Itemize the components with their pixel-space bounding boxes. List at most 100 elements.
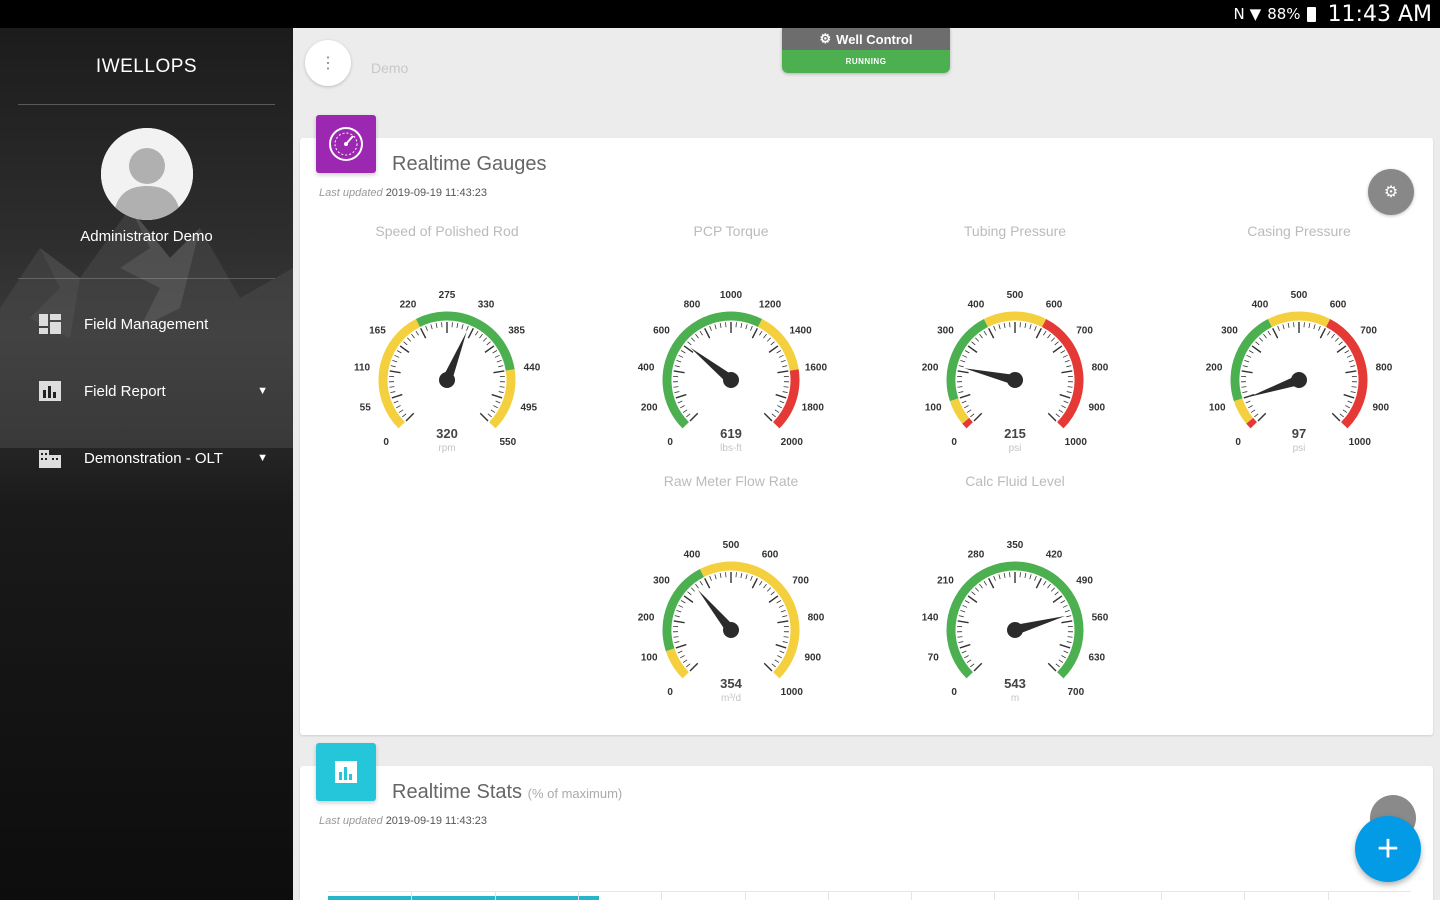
sidebar-item-label: Field Report	[84, 382, 166, 400]
gauge-tick-label: 70	[928, 653, 940, 664]
gauge-tick-label: 210	[937, 575, 954, 586]
last-updated: Last updated 2019-09-19 11:43:23	[319, 815, 487, 827]
avatar[interactable]	[101, 128, 193, 220]
gauge-tick-label: 0	[383, 437, 389, 448]
gauge-tick-label: 110	[354, 363, 371, 374]
gauge-tick-label: 300	[1221, 325, 1238, 336]
gauge-hub	[1007, 622, 1023, 638]
gauge-tick-label: 165	[369, 325, 386, 336]
gauge-tick-label: 1200	[759, 299, 782, 310]
well-control-header: ⚙ Well Control	[782, 28, 950, 50]
gauge-value: 97	[1292, 426, 1306, 441]
gauge-tick-label: 220	[400, 299, 417, 310]
gauge-title: Calc Fluid Level	[965, 473, 1065, 489]
gauge-tick-label: 100	[641, 653, 658, 664]
gauge-tick-label: 900	[1088, 403, 1105, 414]
caret-down-icon: ▼	[257, 452, 268, 464]
gauge-tick-label: 550	[499, 437, 516, 448]
stats-grid-tick	[911, 892, 913, 900]
gauge-tick-label: 800	[684, 299, 701, 310]
more-menu-button[interactable]: ⋮	[305, 40, 351, 86]
card-settings-button[interactable]: ⚙	[1368, 169, 1414, 215]
gauge-hub	[439, 372, 455, 388]
gauge-tick-label: 1400	[789, 325, 812, 336]
gauge-tick-label: 0	[951, 687, 957, 698]
gauge-tick-label: 440	[524, 363, 541, 374]
gauge-calc-fluid-level: Calc Fluid Level 0 70 140 210 280 350 420 490 56…	[885, 473, 1145, 703]
gauge-dial: 0 100 200 300 400 500 600 700 800 900 1000 215 psi	[922, 290, 1109, 453]
gauge-dial: 0 200 400 600 800 1000 1200 1400 1600 1800 2000 619…	[638, 290, 828, 453]
gauge-tick-label: 630	[1088, 653, 1105, 664]
gauge-tick-label: 560	[1092, 613, 1109, 624]
last-updated-label: Last updated	[319, 815, 383, 827]
last-updated-value: 2019-09-19 11:43:23	[385, 815, 488, 827]
card-badge	[316, 743, 376, 801]
gauge-tick-label: 300	[653, 575, 670, 586]
gauge-value: 354	[720, 676, 742, 691]
gauge-tick-label: 495	[520, 403, 537, 414]
card-badge	[316, 115, 376, 173]
last-updated-label: Last updated	[319, 187, 383, 199]
well-control-status: RUNNING	[782, 50, 950, 73]
gauge-unit: m³/d	[721, 693, 741, 703]
gauge-tick-label: 55	[360, 403, 372, 414]
card-title: Realtime Stats (% of maximum)	[392, 781, 622, 804]
breadcrumb[interactable]: Demo	[371, 60, 408, 76]
gauge-tick-label: 0	[951, 437, 957, 448]
gear-icon: ⚙	[1383, 184, 1399, 201]
gauge-tick-label: 385	[508, 325, 525, 336]
stats-grid-tick	[1327, 892, 1329, 900]
card-title-text: Realtime Stats	[392, 781, 523, 803]
sidebar-item-field-report[interactable]: Field Report ▼	[38, 375, 268, 407]
sidebar-item-demonstration[interactable]: Demonstration - OLT ▼	[38, 442, 268, 474]
gauge-tick-label: 200	[1206, 363, 1223, 374]
divider	[18, 104, 275, 105]
main-content: ⋮ Demo ⚙ Well Control RUNNING Realtime G…	[293, 28, 1440, 900]
gauge-tick-label: 300	[937, 325, 954, 336]
brand-title: IWELLOPS	[95, 56, 198, 77]
wifi-icon: ▼	[1249, 5, 1262, 23]
realtime-gauges-card: Realtime Gauges Last updated 2019-09-19 …	[300, 115, 1433, 735]
card-title: Realtime Gauges	[392, 153, 547, 175]
gauge-tick-label: 600	[1330, 299, 1347, 310]
more-vert-icon: ⋮	[320, 55, 336, 72]
well-control-toggle[interactable]: ⚙ Well Control RUNNING	[782, 28, 950, 73]
gauge-tick-label: 200	[641, 403, 658, 414]
gauge-tick-label: 1800	[802, 403, 825, 414]
add-fab-button[interactable]: +	[1355, 816, 1421, 882]
gauge-unit: rpm	[438, 443, 455, 453]
nfc-icon: N	[1233, 5, 1245, 23]
gauge-tick-label: 0	[1235, 437, 1241, 448]
clock: 11:43 AM	[1327, 1, 1432, 27]
gauge-pcp-torque: PCP Torque 0 200 400 600 800 1000 1200 1400 1600…	[601, 223, 861, 453]
gauge-tick-label: 900	[804, 653, 821, 664]
dashboard-icon	[39, 314, 61, 334]
gauge-speed-of-polished-rod: Speed of Polished Rod 0 55 110 165 220 275 330…	[317, 223, 577, 453]
gauge-tick-label: 800	[808, 613, 825, 624]
gauge-tick-label: 200	[922, 363, 939, 374]
user-name[interactable]: Administrator Demo	[0, 228, 293, 245]
stats-grid-tick	[661, 892, 663, 900]
gauge-title: Tubing Pressure	[963, 223, 1067, 239]
sidebar-item-field-management[interactable]: Field Management	[38, 308, 268, 340]
gauge-tick-label: 1000	[720, 290, 743, 301]
stats-grid-tick	[411, 892, 413, 900]
speedometer-icon	[329, 127, 363, 161]
gauge-tick-label: 490	[1076, 575, 1093, 586]
gauge-value: 619	[720, 426, 742, 441]
battery-level: 88%	[1267, 5, 1301, 23]
gauge-dial: 0 100 200 300 400 500 600 700 800 900 1000 97 psi	[1206, 290, 1393, 453]
card-subtitle: (% of maximum)	[527, 786, 623, 801]
stats-grid-tick	[494, 892, 496, 900]
gauge-tick-label: 0	[667, 437, 673, 448]
gauge-zone	[962, 417, 973, 429]
gauge-tick-label: 350	[1007, 540, 1024, 551]
sidebar: IWELLOPS Administrator Demo Field Manage…	[0, 28, 293, 900]
gauge-tick-label: 2000	[781, 437, 804, 448]
gauge-tick-label: 1000	[1065, 437, 1088, 448]
gauge-tick-label: 200	[638, 613, 655, 624]
gauge-tick-label: 1000	[781, 687, 804, 698]
gauge-tick-label: 100	[925, 403, 942, 414]
gauge-dial: 0 70 140 210 280 350 420 490 560 630 700 543 m	[922, 540, 1109, 703]
gauge-tick-label: 400	[638, 363, 655, 374]
